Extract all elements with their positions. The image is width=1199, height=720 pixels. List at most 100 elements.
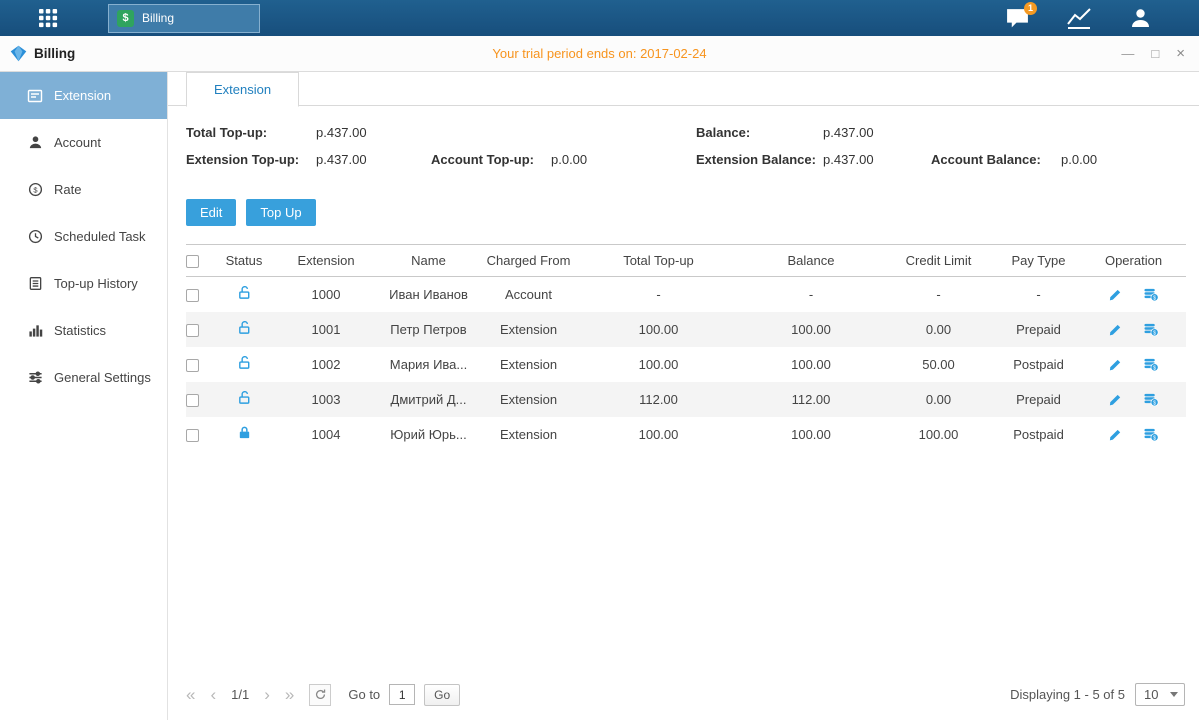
edit-row-icon[interactable] (1108, 357, 1123, 372)
column-credit-limit: Credit Limit (881, 245, 996, 277)
action-buttons: Edit Top Up (168, 199, 1199, 226)
cell-total-topup: 100.00 (576, 347, 741, 382)
sidebar-item-label: General Settings (54, 370, 151, 385)
sidebar-item-scheduled-task[interactable]: Scheduled Task (0, 213, 167, 260)
account-topup-label: Account Top-up: (431, 152, 551, 167)
caret-down-icon (1170, 692, 1178, 697)
total-topup-label: Total Top-up: (186, 125, 316, 140)
cell-charged-from: Extension (481, 382, 576, 417)
bar-chart-icon (27, 323, 43, 338)
cell-extension: 1004 (276, 417, 376, 452)
refresh-button[interactable] (309, 684, 331, 706)
account-topup-value: p.0.00 (551, 152, 587, 167)
cell-name: Мария Ива... (376, 347, 481, 382)
close-button[interactable]: × (1176, 46, 1185, 61)
column-pay-type: Pay Type (996, 245, 1081, 277)
sidebar-item-topup-history[interactable]: Top-up History (0, 260, 167, 307)
reports-chart-icon[interactable] (1066, 7, 1092, 29)
edit-button[interactable]: Edit (186, 199, 236, 226)
table-row: 1002 Мария Ива... Extension 100.00 100.0… (186, 347, 1186, 382)
cell-balance: - (741, 277, 881, 312)
topup-row-icon[interactable]: $ (1143, 392, 1159, 407)
window-titlebar: Billing Your trial period ends on: 2017-… (0, 36, 1199, 72)
column-name: Name (376, 245, 481, 277)
topup-row-icon[interactable]: $ (1143, 357, 1159, 372)
last-page-button[interactable]: » (285, 686, 294, 703)
cell-charged-from: Extension (481, 417, 576, 452)
cell-charged-from: Account (481, 277, 576, 312)
account-person-icon (27, 135, 43, 150)
goto-page-input[interactable] (389, 684, 415, 705)
next-page-button[interactable]: › (264, 686, 270, 703)
minimize-button[interactable]: — (1121, 47, 1134, 60)
user-icon[interactable] (1128, 6, 1153, 30)
tab-extension[interactable]: Extension (186, 72, 299, 107)
top-up-button[interactable]: Top Up (246, 199, 315, 226)
edit-row-icon[interactable] (1108, 322, 1123, 337)
row-checkbox[interactable] (186, 429, 199, 442)
column-extension: Extension (276, 245, 376, 277)
cell-credit-limit: - (881, 277, 996, 312)
sidebar-item-label: Extension (54, 88, 111, 103)
edit-row-icon[interactable] (1108, 287, 1123, 302)
window-title: Billing (34, 46, 75, 61)
column-charged-from: Charged From (481, 245, 576, 277)
main-content: Extension Total Top-up: p.437.00 Balance… (168, 72, 1199, 720)
select-all-checkbox[interactable] (186, 255, 199, 268)
cell-total-topup: 112.00 (576, 382, 741, 417)
sidebar-item-account[interactable]: Account (0, 119, 167, 166)
svg-text:$: $ (1153, 435, 1156, 441)
cell-charged-from: Extension (481, 312, 576, 347)
account-balance-value: p.0.00 (1061, 152, 1097, 167)
sidebar-item-statistics[interactable]: Statistics (0, 307, 167, 354)
row-checkbox[interactable] (186, 324, 199, 337)
displaying-text: Displaying 1 - 5 of 5 (1010, 687, 1125, 702)
cell-pay-type: Postpaid (996, 347, 1081, 382)
first-page-button[interactable]: « (186, 686, 195, 703)
rate-coin-icon: $ (27, 182, 43, 197)
extension-topup-value: p.437.00 (316, 152, 367, 167)
cell-name: Дмитрий Д... (376, 382, 481, 417)
row-checkbox[interactable] (186, 289, 199, 302)
column-operation: Operation (1081, 245, 1186, 277)
status-lock-icon (237, 285, 252, 300)
page-size-value: 10 (1144, 687, 1158, 702)
cell-pay-type: Postpaid (996, 417, 1081, 452)
cell-charged-from: Extension (481, 347, 576, 382)
svg-text:$: $ (33, 185, 38, 194)
topup-row-icon[interactable]: $ (1143, 322, 1159, 337)
maximize-button[interactable]: □ (1151, 47, 1159, 60)
sidebar-item-rate[interactable]: $ Rate (0, 166, 167, 213)
cell-total-topup: 100.00 (576, 312, 741, 347)
sidebar-item-extension[interactable]: Extension (0, 72, 167, 119)
svg-text:$: $ (1153, 330, 1156, 336)
edit-row-icon[interactable] (1108, 427, 1123, 442)
cell-balance: 100.00 (741, 347, 881, 382)
topup-row-icon[interactable]: $ (1143, 287, 1159, 302)
prev-page-button[interactable]: ‹ (210, 686, 216, 703)
window-controls: — □ × (1121, 46, 1185, 61)
table-header-row: Status Extension Name Charged From Total… (186, 245, 1186, 277)
edit-row-icon[interactable] (1108, 392, 1123, 407)
messages-icon[interactable]: 1 (1005, 7, 1030, 30)
topbar-billing-tab[interactable]: $ Billing (108, 4, 260, 33)
apps-grid-icon[interactable] (36, 6, 60, 30)
topup-row-icon[interactable]: $ (1143, 427, 1159, 442)
svg-text:$: $ (1153, 400, 1156, 406)
page-size-select[interactable]: 10 (1135, 683, 1185, 706)
go-button[interactable]: Go (424, 684, 460, 706)
row-checkbox[interactable] (186, 394, 199, 407)
goto-label: Go to (348, 687, 380, 702)
svg-text:$: $ (1153, 296, 1156, 302)
row-checkbox[interactable] (186, 359, 199, 372)
cell-total-topup: 100.00 (576, 417, 741, 452)
cell-extension: 1000 (276, 277, 376, 312)
sidebar-item-label: Rate (54, 182, 81, 197)
status-lock-icon (237, 425, 252, 440)
sidebar-item-general-settings[interactable]: General Settings (0, 354, 167, 401)
table-row: 1003 Дмитрий Д... Extension 112.00 112.0… (186, 382, 1186, 417)
tab-strip: Extension (168, 72, 1199, 106)
history-ledger-icon (27, 276, 43, 291)
cell-extension: 1001 (276, 312, 376, 347)
cell-credit-limit: 0.00 (881, 312, 996, 347)
